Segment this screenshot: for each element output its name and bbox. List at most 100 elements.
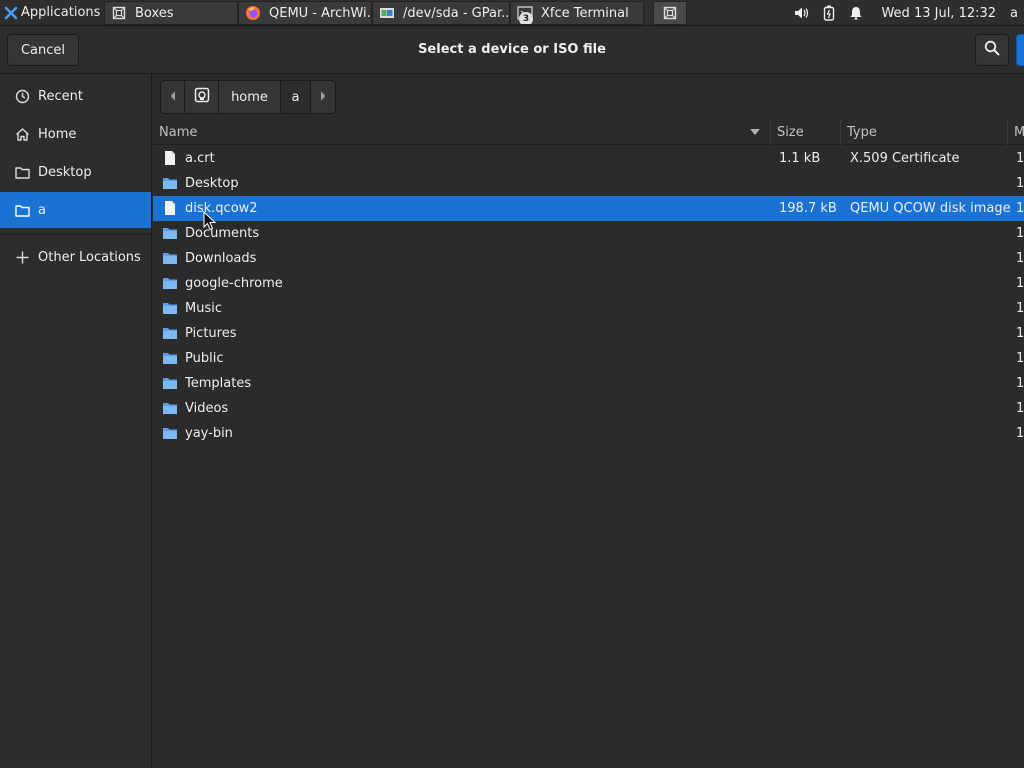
task-boxes-dialog[interactable] [653,1,687,25]
sidebar-item-recent[interactable]: Recent [0,78,151,114]
search-button[interactable] [975,34,1009,66]
chevron-right-icon [319,90,327,105]
path-bar: home a [160,80,336,114]
sidebar-item-desktop[interactable]: Desktop [0,154,151,190]
file-size [779,296,843,321]
task-gparted[interactable]: /dev/sda - GPar... [372,1,510,25]
column-header-modified[interactable]: M [1008,120,1024,145]
clock[interactable]: Wed 13 Jul, 12:32 [881,6,996,21]
file-type [850,221,1010,246]
sort-descending-icon [749,120,761,145]
recent-icon [14,88,30,104]
folder-icon [162,300,178,316]
sidebar-item-label: Other Locations [38,249,141,265]
folder-icon [162,325,178,341]
task-label: /dev/sda - GPar... [403,5,510,21]
sidebar-item-other-locations[interactable]: Other Locations [0,239,151,275]
file-row[interactable]: Public 1 [153,346,1024,371]
user-menu[interactable]: a [1010,6,1018,21]
file-row[interactable]: Pictures 1 [153,321,1024,346]
cancel-button[interactable]: Cancel [7,34,79,66]
file-modified: 1 [1016,176,1024,191]
path-segment-home[interactable]: home [219,81,281,113]
sidebar-item-a[interactable]: a [0,192,151,228]
file-name: Templates [185,376,252,391]
places-sidebar: Recent Home Desktop a Other Locations [0,74,152,768]
file-list-header: Name Size Type M [153,120,1024,145]
home-icon [14,126,30,142]
column-header-label: Name [159,125,198,140]
firefox-icon [245,5,261,21]
file-row[interactable]: google-chrome 1 [153,271,1024,296]
file-modified: 1 [1016,426,1024,441]
file-row[interactable]: Desktop 1 [153,171,1024,196]
column-header-size[interactable]: Size [771,120,841,145]
folder-icon [162,350,178,366]
file-row[interactable]: Downloads 1 [153,246,1024,271]
sidebar-item-label: Recent [38,88,83,104]
mouse-pointer-icon [203,210,217,231]
file-type [850,371,1010,396]
column-header-type[interactable]: Type [841,120,1008,145]
task-firefox[interactable]: QEMU - ArchWi... [238,1,372,25]
file-name: a.crt [185,151,215,166]
file-type [850,396,1010,421]
notifications-bell-icon[interactable] [846,3,866,23]
file-type [850,271,1010,296]
file-type [850,321,1010,346]
file-name: Videos [185,401,229,416]
path-scroll-right-button[interactable] [311,81,335,113]
file-modified: 1 [1016,201,1024,216]
file-type [850,421,1010,446]
chevron-left-icon [169,90,177,105]
file-row[interactable]: Documents 1 [153,221,1024,246]
file-row[interactable]: Videos 1 [153,396,1024,421]
file-type [850,246,1010,271]
file-row[interactable]: Music 1 [153,296,1024,321]
file-row[interactable]: a.crt 1.1 kB X.509 Certificate 1 [153,146,1024,171]
file-modified: 1 [1016,251,1024,266]
sidebar-item-label: Desktop [38,164,92,180]
file-size [779,321,843,346]
path-root-button[interactable] [185,81,219,113]
file-modified: 1 [1016,226,1024,241]
file-size [779,271,843,296]
file-type [850,171,1010,196]
file-size [779,371,843,396]
file-modified: 1 [1016,301,1024,316]
path-segment-a[interactable]: a [281,81,311,113]
file-name: Music [185,301,222,316]
battery-icon[interactable] [819,3,839,23]
sidebar-item-label: Home [38,126,77,142]
file-size [779,346,843,371]
file-name: disk.qcow2 [185,201,258,216]
folder-icon [14,202,30,218]
folder-icon [162,425,178,441]
search-icon [984,40,1000,60]
file-size [779,421,843,446]
sidebar-item-home[interactable]: Home [0,116,151,152]
applications-label: Applications [21,5,101,20]
volume-icon[interactable] [792,3,812,23]
folder-icon [162,400,178,416]
file-type: X.509 Certificate [850,151,960,166]
column-header-name[interactable]: Name [153,120,771,145]
file-row[interactable]: Templates 1 [153,371,1024,396]
file-row[interactable]: yay-bin 1 [153,421,1024,446]
file-icon [162,200,178,216]
open-button[interactable] [1016,34,1024,66]
drive-icon [194,87,210,107]
file-size [779,396,843,421]
file-size [779,246,843,271]
file-row[interactable]: disk.qcow2 198.7 kB QEMU QCOW disk image 1 [153,196,1024,221]
applications-menu[interactable]: Applications [0,0,104,26]
file-size: 198.7 kB [779,201,837,216]
top-panel: Applications Boxes QEMU - ArchWi... /dev… [0,0,1024,26]
system-tray: Wed 13 Jul, 12:32 a [792,0,1024,26]
task-boxes[interactable]: Boxes [104,1,238,25]
folder-icon [162,175,178,191]
task-terminal[interactable]: 3 Xfce Terminal [510,1,644,25]
file-modified: 1 [1016,151,1024,166]
path-scroll-left-button[interactable] [161,81,185,113]
file-size [779,221,843,246]
